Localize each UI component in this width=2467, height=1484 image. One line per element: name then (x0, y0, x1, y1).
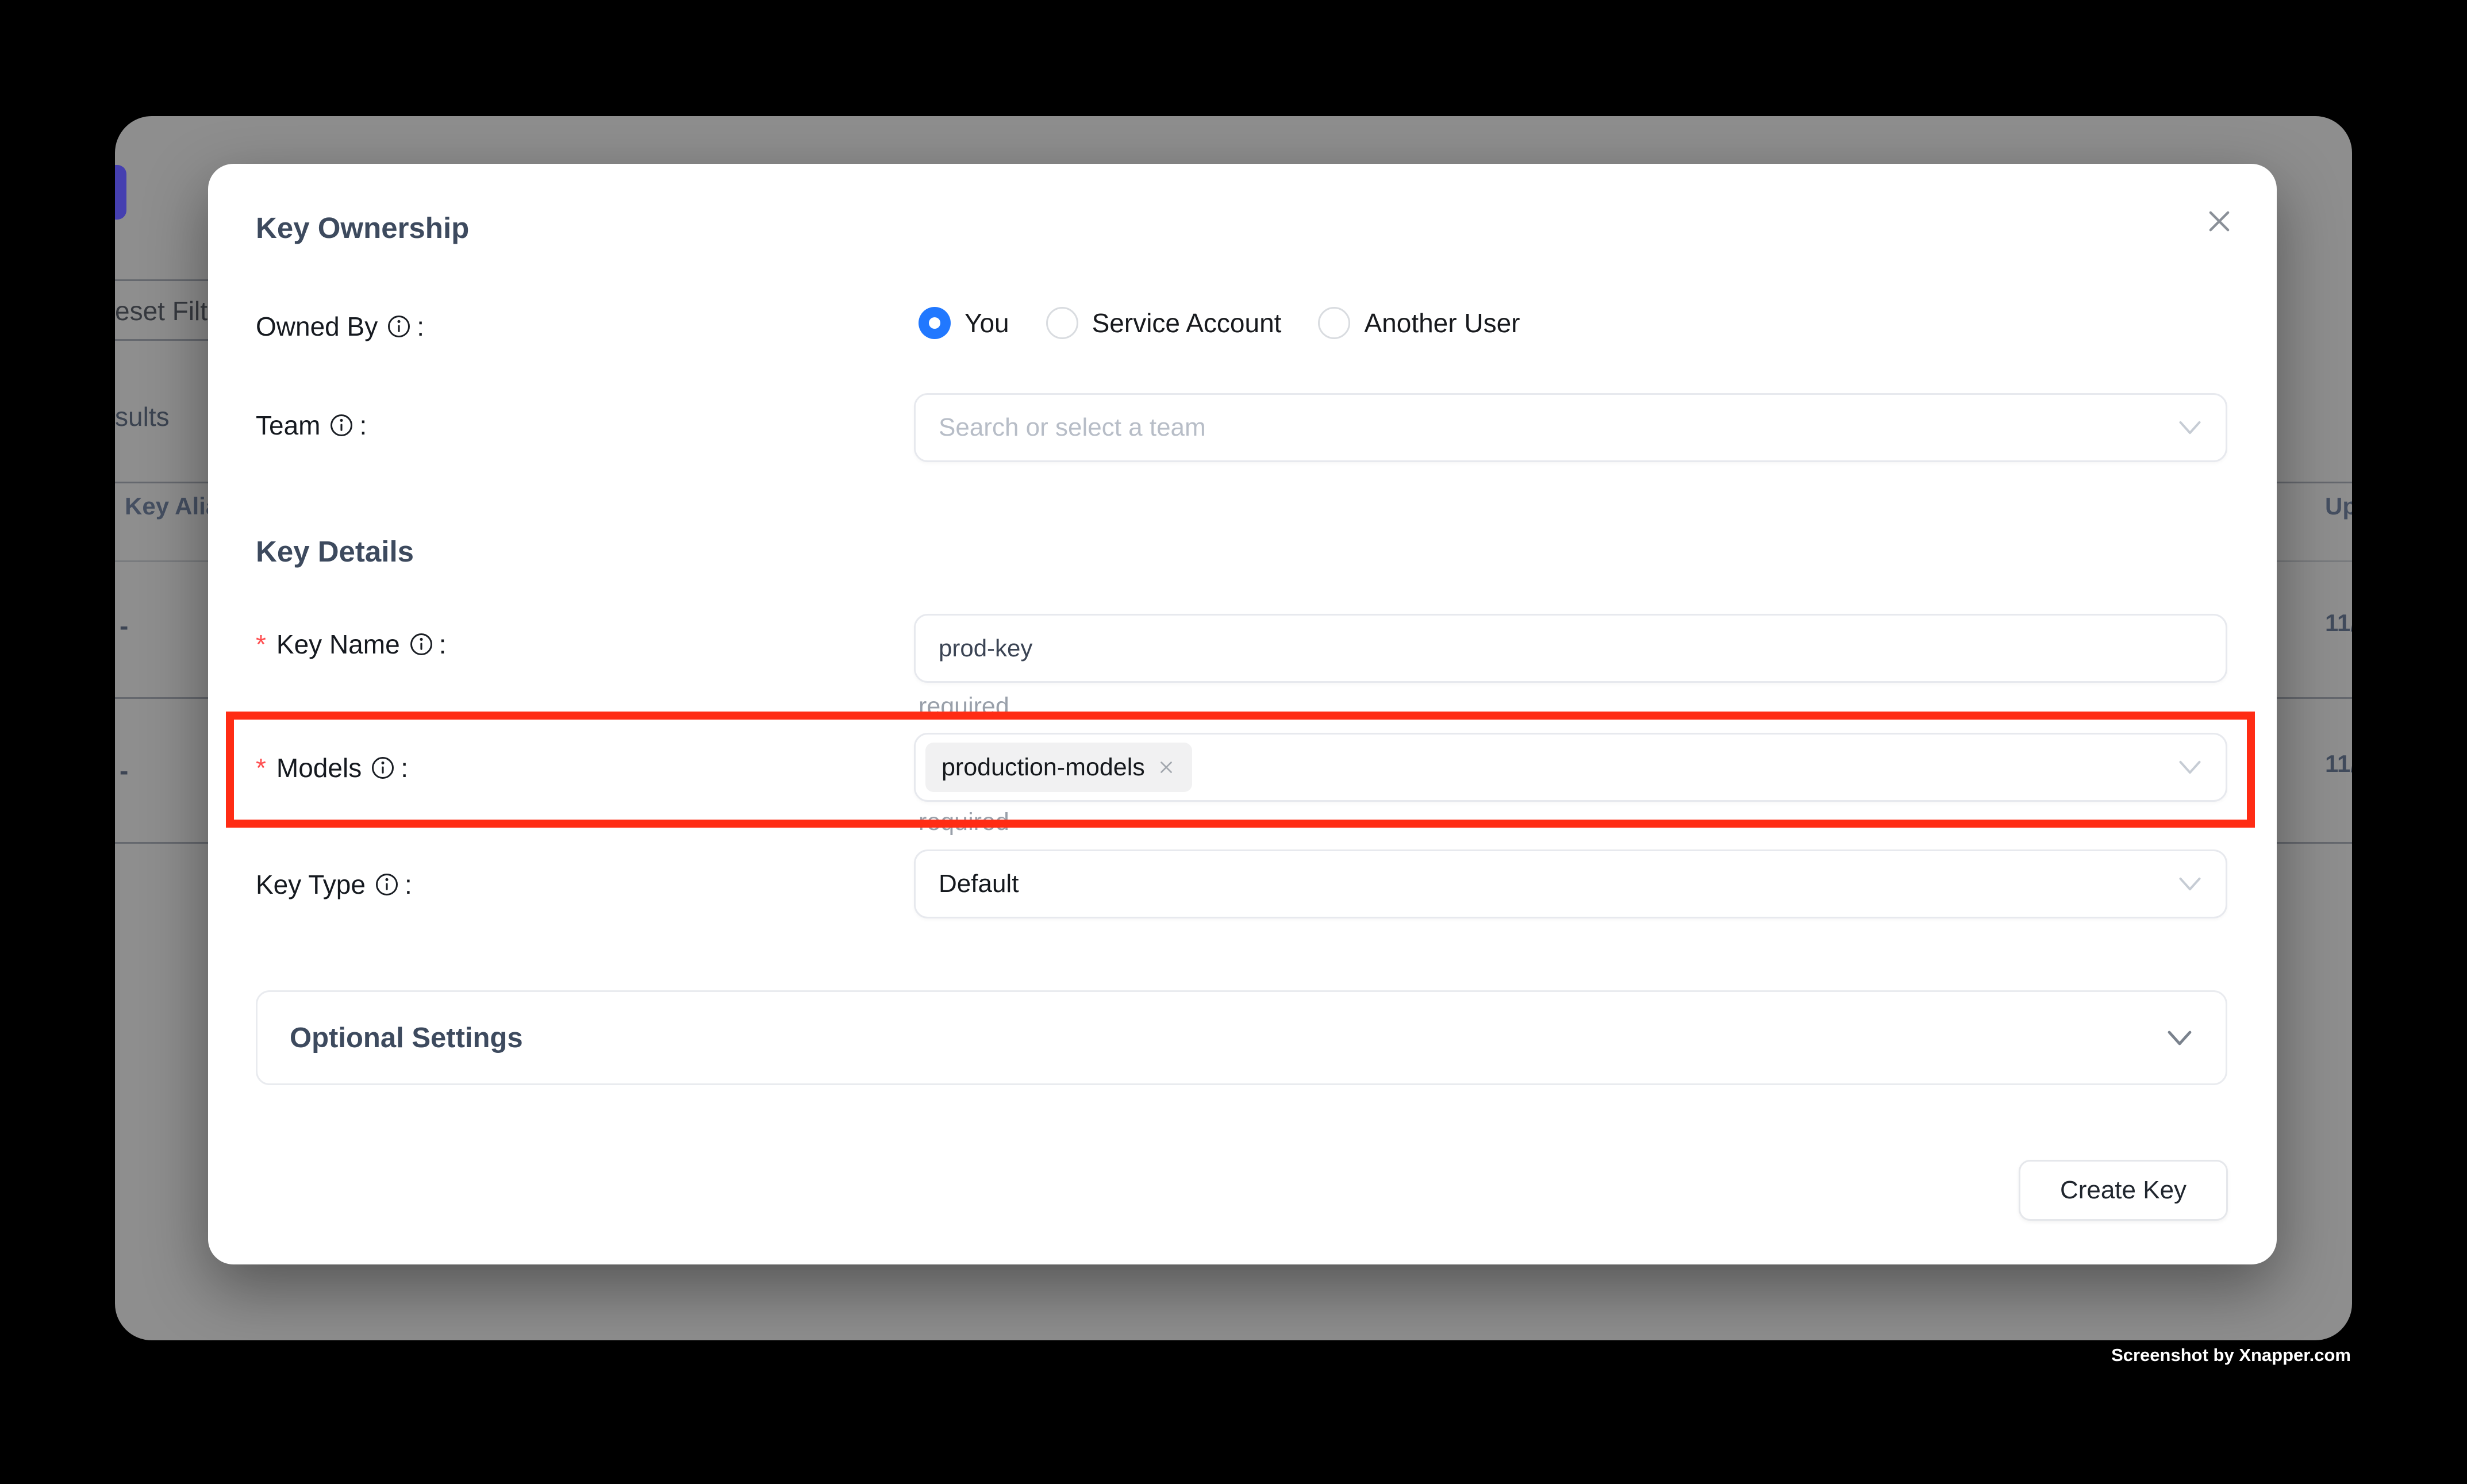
key-type-label: Key Type : (256, 867, 412, 902)
watermark-text: Screenshot by Xnapper.com (2111, 1345, 2351, 1366)
info-icon[interactable] (371, 756, 395, 780)
chevron-down-icon (2177, 419, 2203, 436)
info-icon[interactable] (409, 632, 433, 656)
divider (115, 842, 209, 844)
key-details-heading: Key Details (256, 535, 414, 568)
team-label: Team : (256, 408, 367, 443)
modal-title: Key Ownership (256, 211, 469, 245)
divider (115, 339, 209, 341)
radio-option-another-user[interactable]: Another User (1318, 307, 1520, 339)
info-icon[interactable] (387, 314, 411, 339)
radio-unselected-icon (1046, 307, 1078, 339)
owned-by-radio-group: You Service Account Another User (919, 307, 1520, 339)
table-row-updated-cell: 11/ (2325, 609, 2352, 637)
radio-option-service-account[interactable]: Service Account (1046, 307, 1282, 339)
required-asterisk: * (256, 629, 266, 660)
owned-by-label: Owned By : (256, 309, 424, 344)
create-key-button[interactable]: Create Key (2019, 1160, 2228, 1221)
selected-model-tag: production-models (925, 743, 1192, 792)
remove-tag-icon[interactable] (1156, 758, 1176, 777)
table-header-key-alias: Key Alia (125, 493, 219, 520)
key-name-required-hint: required (919, 693, 1009, 721)
divider (2277, 697, 2352, 699)
required-asterisk: * (256, 752, 266, 783)
info-icon[interactable] (375, 872, 399, 897)
optional-settings-label: Optional Settings (290, 1022, 523, 1054)
divider (2277, 482, 2352, 483)
table-header-updated: Up (2325, 493, 2352, 520)
key-name-input[interactable]: prod-key (914, 614, 2227, 683)
team-select-placeholder: Search or select a team (939, 413, 1206, 442)
divider (115, 560, 209, 562)
table-row-alias-cell: - (120, 755, 128, 786)
divider (115, 279, 209, 281)
key-type-select[interactable]: Default (914, 849, 2227, 918)
divider (115, 482, 209, 483)
models-select[interactable]: production-models (914, 733, 2227, 802)
table-row-alias-cell: - (120, 610, 128, 641)
models-label: * Models : (256, 751, 408, 785)
radio-option-you[interactable]: You (919, 307, 1009, 339)
screenshot-stage: eset Filt sults Key Alia Up - 11/ - 11/ … (0, 0, 2467, 1484)
close-icon[interactable] (2202, 204, 2237, 239)
divider (115, 697, 209, 699)
radio-unselected-icon (1318, 307, 1350, 339)
partial-primary-button (115, 165, 126, 220)
models-required-hint: required (919, 808, 1009, 836)
key-name-value: prod-key (939, 635, 1032, 662)
chevron-down-icon (2177, 875, 2203, 893)
reset-filters-fragment: eset Filt (115, 295, 207, 326)
divider (2277, 842, 2352, 844)
info-icon[interactable] (329, 413, 353, 437)
key-name-label: * Key Name : (256, 627, 446, 662)
results-count-fragment: sults (115, 401, 170, 432)
chevron-down-icon (2177, 759, 2203, 776)
key-type-value: Default (939, 870, 1019, 898)
optional-settings-toggle[interactable]: Optional Settings (256, 990, 2227, 1085)
radio-selected-icon (919, 307, 951, 339)
create-key-modal: Key Ownership Owned By : You Service Acc… (208, 164, 2277, 1264)
team-select[interactable]: Search or select a team (914, 393, 2227, 462)
table-row-updated-cell: 11/ (2325, 750, 2352, 778)
chevron-down-icon (2166, 1029, 2193, 1047)
divider (2277, 560, 2352, 562)
